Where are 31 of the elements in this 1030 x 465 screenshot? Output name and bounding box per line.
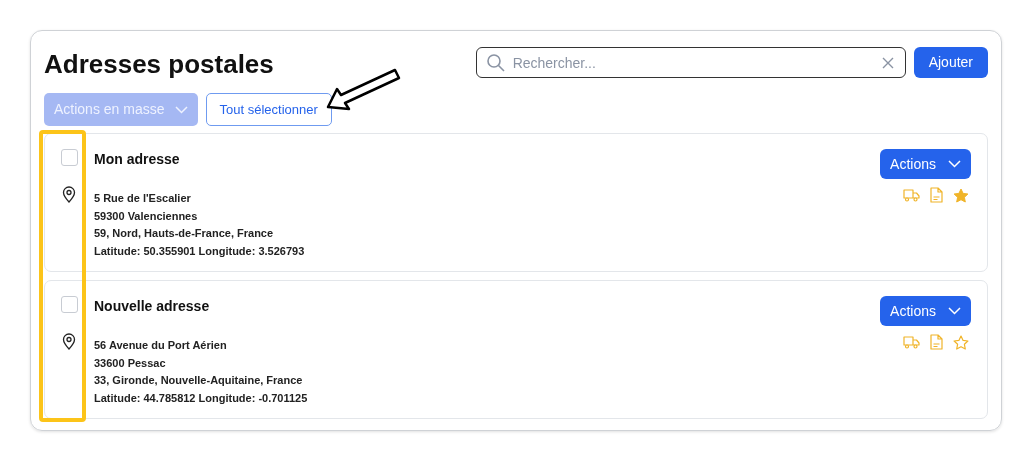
actions-dropdown[interactable]: Actions	[880, 149, 971, 180]
truck-icon[interactable]	[903, 335, 920, 350]
document-icon[interactable]	[930, 334, 943, 351]
page-title: Adresses postales	[44, 49, 275, 81]
address-line: 33600 Pessac	[94, 355, 167, 371]
address-line: 59, Nord, Hauts-de-France, France	[94, 226, 275, 242]
address-line: Latitude: 50.355901 Longitude: 3.526793	[94, 243, 306, 259]
search-field[interactable]: Rechercher...	[475, 47, 906, 78]
clear-icon[interactable]	[881, 56, 894, 69]
actions-dropdown[interactable]: Actions	[880, 296, 971, 327]
address-line: Latitude: 44.785812 Longitude: -0.701125	[94, 390, 309, 406]
address-name: Mon adresse	[94, 150, 181, 170]
location-pin-icon	[62, 186, 76, 204]
address-line: 59300 Valenciennes	[94, 208, 199, 224]
address-name: Nouvelle adresse	[94, 297, 211, 317]
add-button[interactable]: Ajouter	[913, 47, 988, 78]
address-line: 56 Avenue du Port Aérien	[94, 338, 228, 354]
truck-icon[interactable]	[903, 188, 920, 203]
chevron-down-icon	[174, 105, 188, 114]
document-icon[interactable]	[930, 187, 943, 204]
chevron-down-icon	[948, 160, 961, 169]
address-line: 5 Rue de l'Escalier	[94, 191, 192, 207]
checkbox[interactable]	[61, 149, 78, 167]
checkbox[interactable]	[61, 296, 78, 314]
location-pin-icon	[62, 333, 76, 351]
address-line: 33, Gironde, Nouvelle-Aquitaine, France	[94, 373, 304, 389]
star-icon[interactable]	[953, 187, 969, 203]
select-all-button[interactable]: Tout sélectionner	[205, 93, 332, 127]
search-icon	[485, 52, 506, 73]
star-icon[interactable]	[953, 334, 969, 350]
chevron-down-icon	[948, 307, 961, 316]
